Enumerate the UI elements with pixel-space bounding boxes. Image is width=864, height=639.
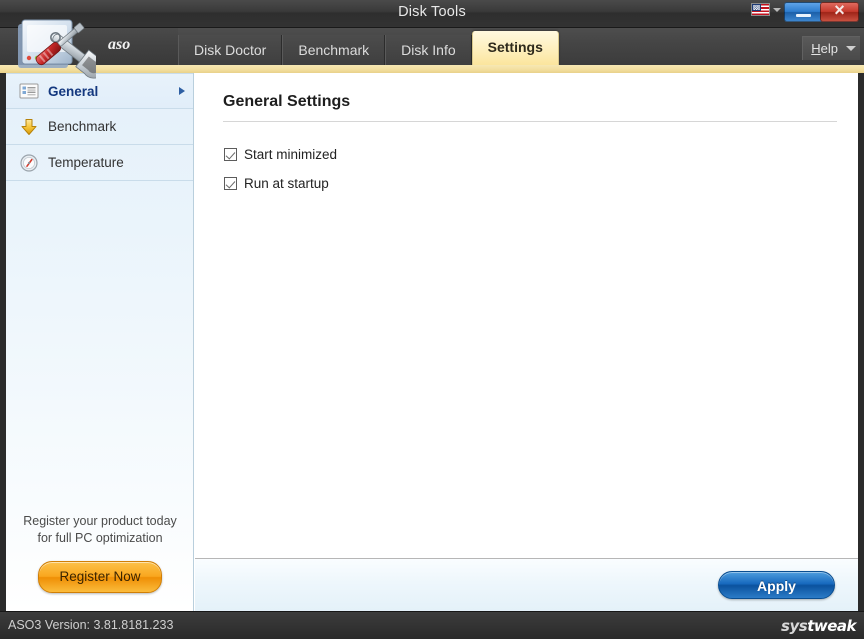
chevron-down-icon (773, 8, 781, 12)
minimize-button[interactable] (784, 2, 823, 22)
sidebar-item-general[interactable]: General (6, 73, 193, 109)
register-promo-line2: for full PC optimization (37, 531, 162, 545)
start-minimized-checkbox[interactable] (224, 148, 237, 161)
help-menu[interactable]: Help (802, 36, 860, 60)
download-arrow-icon (19, 118, 39, 136)
option-label: Start minimized (244, 147, 337, 162)
apply-button[interactable]: Apply (718, 571, 835, 599)
sidebar-item-temperature[interactable]: Temperature (6, 145, 193, 181)
tab-disk-info[interactable]: Disk Info (385, 35, 471, 65)
sidebar-item-label: Temperature (48, 155, 124, 170)
settings-sidebar: General Benchmark (6, 73, 194, 611)
sidebar-item-label: Benchmark (48, 119, 116, 134)
body-area: General Benchmark (0, 73, 864, 611)
brand-label: aso (108, 36, 130, 54)
settings-options-group: Start minimized Run at startup (224, 147, 337, 205)
status-bar: ASO3 Version: 3.81.8181.233 systweak (0, 611, 864, 639)
chevron-down-icon (846, 46, 856, 51)
register-now-button[interactable]: Register Now (38, 561, 161, 593)
help-label: Help (811, 41, 838, 56)
sidebar-item-label: General (48, 84, 98, 99)
register-promo-line1: Register your product today (23, 514, 177, 528)
sidebar-item-benchmark[interactable]: Benchmark (6, 109, 193, 145)
title-divider (223, 121, 837, 122)
chevron-right-icon (179, 87, 185, 95)
option-run-at-startup[interactable]: Run at startup (224, 176, 337, 191)
accent-divider (0, 65, 864, 73)
title-bar: Disk Tools (0, 0, 864, 28)
content-footer: Apply (195, 558, 858, 611)
tab-benchmark[interactable]: Benchmark (282, 35, 385, 65)
help-label-mnemonic: H (811, 41, 820, 56)
brand-block: aso (0, 28, 178, 65)
us-flag-icon (751, 3, 770, 16)
systweak-logo-sys: sys (781, 617, 807, 635)
run-at-startup-checkbox[interactable] (224, 177, 237, 190)
register-promo-text: Register your product today for full PC … (6, 513, 194, 561)
systweak-logo: systweak (781, 617, 856, 635)
version-label: ASO3 Version: 3.81.8181.233 (8, 618, 173, 632)
gauge-icon (19, 154, 39, 172)
systweak-logo-tweak: tweak (807, 617, 856, 635)
list-icon (19, 82, 39, 100)
close-button[interactable] (820, 2, 859, 22)
tab-bar: Disk Doctor Benchmark Disk Info Settings (178, 28, 559, 65)
window-title: Disk Tools (0, 4, 864, 20)
language-selector[interactable] (751, 3, 781, 16)
page-title: General Settings (223, 93, 350, 111)
option-label: Run at startup (244, 176, 329, 191)
tab-disk-doctor[interactable]: Disk Doctor (178, 35, 282, 65)
settings-content-panel: General Settings Start minimized Run at … (195, 73, 858, 611)
help-label-rest: elp (821, 41, 838, 56)
disk-tools-window: Disk Tools aso (0, 0, 864, 639)
header-bar: aso (0, 28, 864, 65)
tab-settings[interactable]: Settings (472, 31, 559, 65)
option-start-minimized[interactable]: Start minimized (224, 147, 337, 162)
register-promo: Register your product today for full PC … (6, 513, 194, 611)
